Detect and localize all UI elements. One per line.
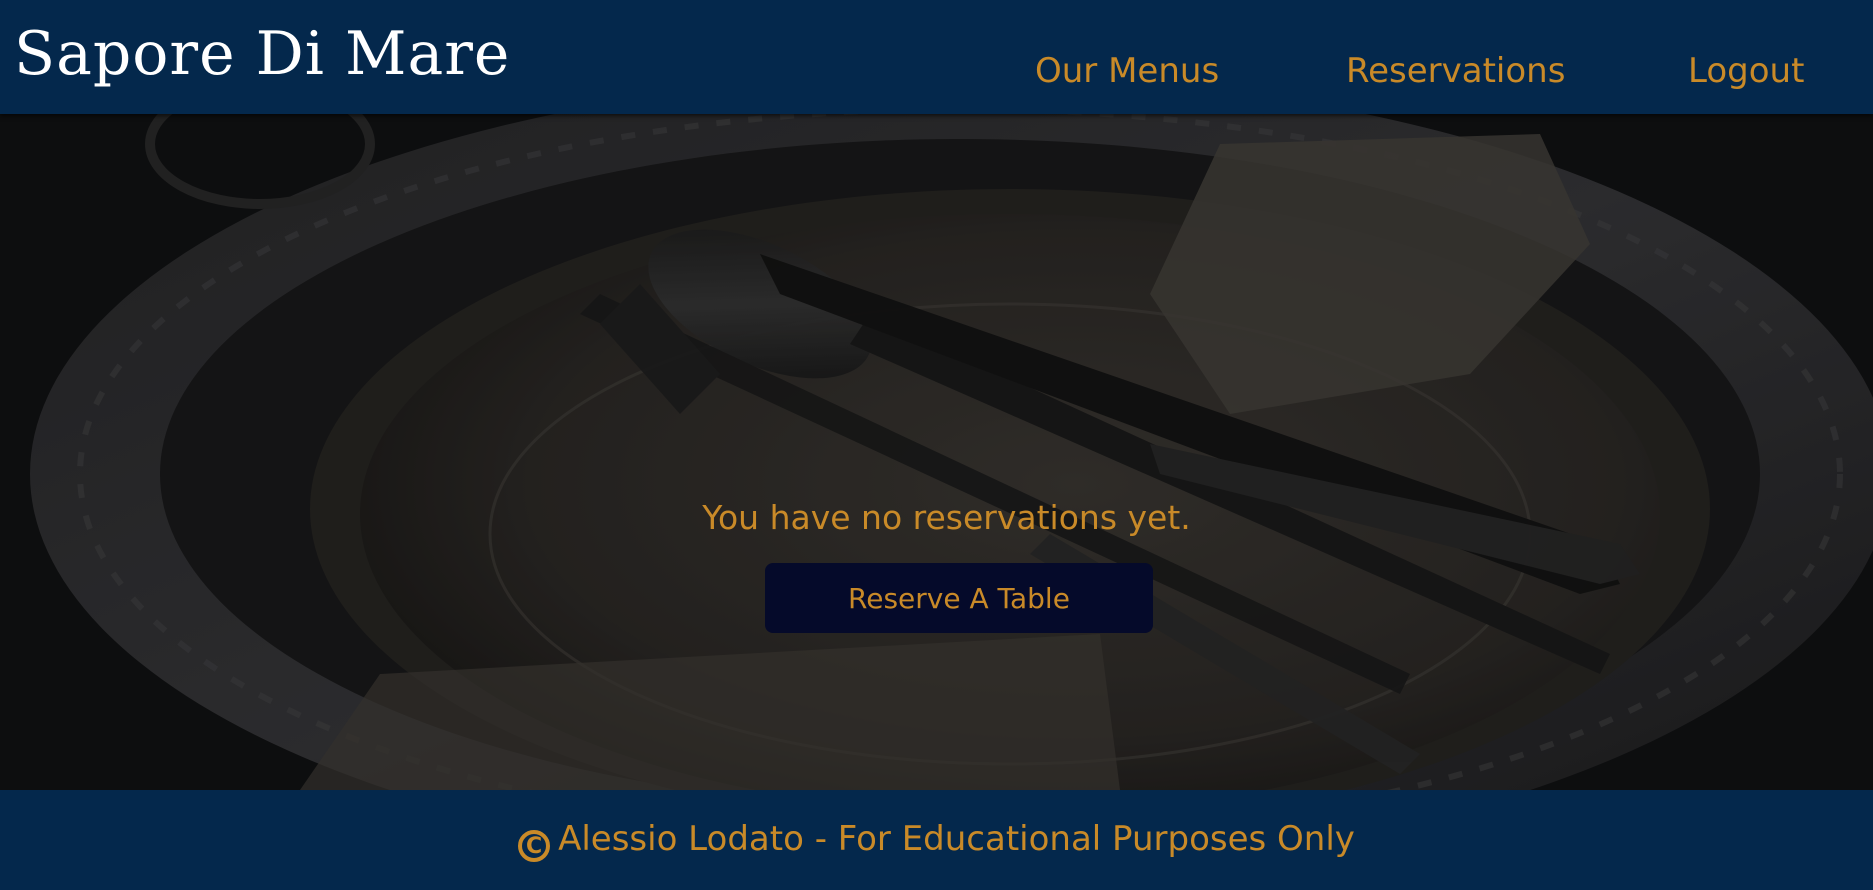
site-header: Sapore Di Mare Our Menus Reservations Lo…	[0, 0, 1873, 114]
brand-logo[interactable]: Sapore Di Mare	[14, 14, 510, 94]
page: Sapore Di Mare Our Menus Reservations Lo…	[0, 0, 1873, 890]
hero-dim-overlay	[0, 114, 1873, 790]
reserve-table-button[interactable]: Reserve A Table	[765, 563, 1153, 633]
no-reservations-message: You have no reservations yet.	[702, 498, 1191, 537]
site-footer: C Alessio Lodato - For Educational Purpos…	[0, 790, 1873, 890]
footer-copyright: C Alessio Lodato - For Educational Purpos…	[0, 816, 1873, 862]
nav-our-menus[interactable]: Our Menus	[1035, 48, 1219, 94]
hero-section: You have no reservations yet. Reserve A …	[0, 114, 1873, 790]
nav-reservations[interactable]: Reservations	[1346, 48, 1565, 94]
copyright-icon: C	[518, 830, 551, 862]
footer-credit-text: Alessio Lodato - For Educational Purpose…	[558, 819, 1355, 859]
nav-logout[interactable]: Logout	[1688, 48, 1804, 94]
